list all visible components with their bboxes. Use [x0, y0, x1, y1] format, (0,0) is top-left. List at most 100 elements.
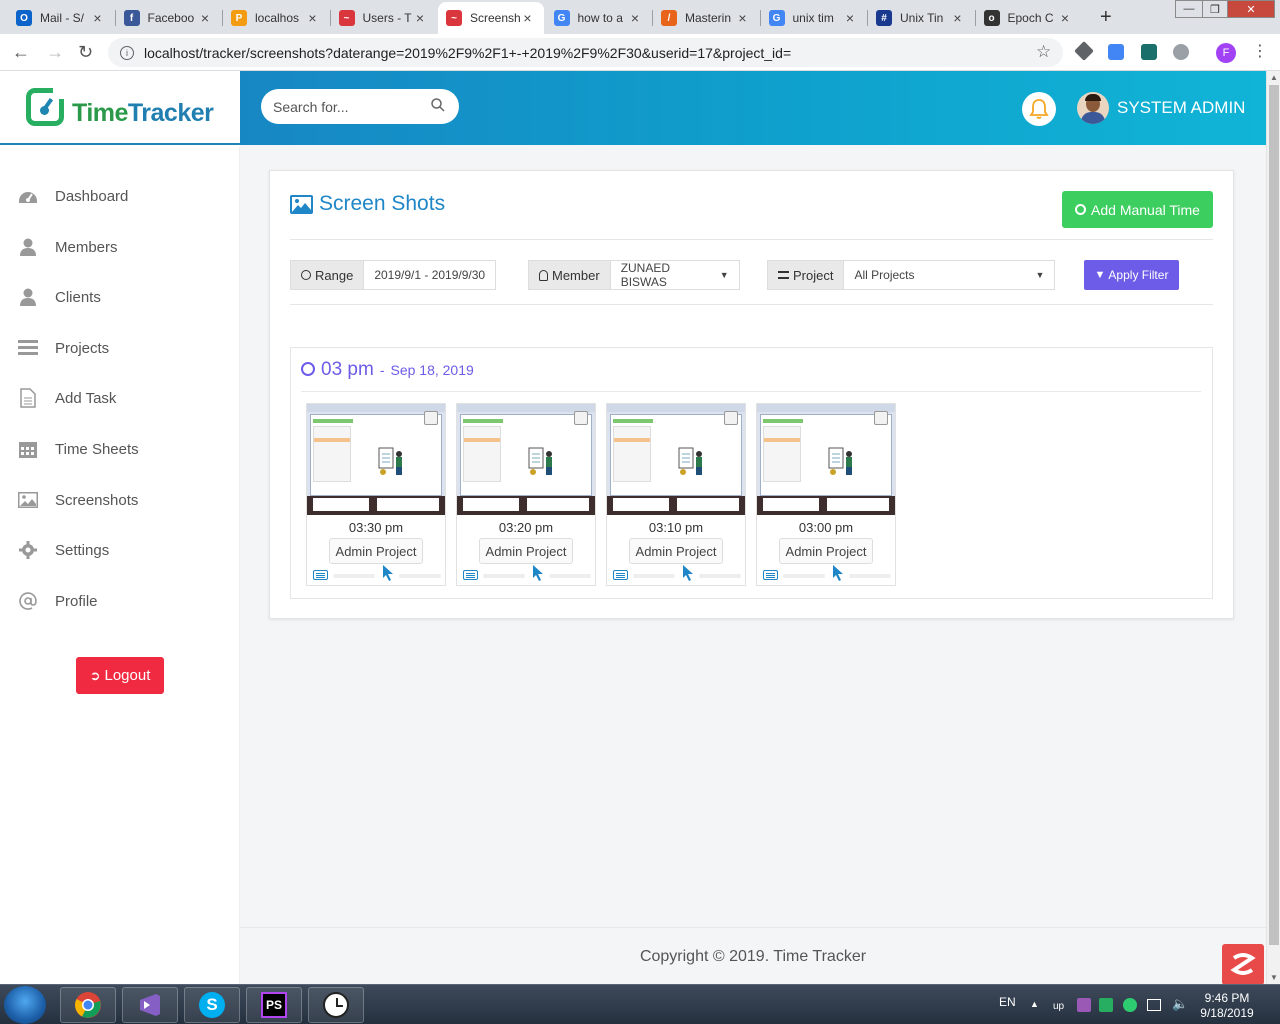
- screenshot-project-badge: Admin Project: [779, 538, 873, 564]
- tab-close-icon[interactable]: ×: [520, 10, 536, 26]
- sidebar-item-label: Clients: [55, 288, 101, 306]
- minimize-button[interactable]: —: [1175, 0, 1203, 18]
- info-icon[interactable]: i: [120, 45, 134, 60]
- select-checkbox[interactable]: [874, 411, 888, 425]
- tab-close-icon[interactable]: ×: [842, 10, 858, 26]
- browser-tab[interactable]: # Unix Tin ×: [868, 2, 974, 34]
- screenshot-card: 03:10 pm Admin Project: [606, 403, 746, 586]
- tab-close-icon[interactable]: ×: [1057, 10, 1073, 26]
- notification-bell-icon[interactable]: [1022, 92, 1056, 126]
- screenshot-thumbnail[interactable]: [457, 404, 595, 515]
- tab-close-icon[interactable]: ×: [197, 10, 213, 26]
- sidebar-item-profile[interactable]: Profile: [0, 581, 240, 621]
- pen-tray-icon[interactable]: [1077, 998, 1091, 1012]
- sidebar-item-dashboard[interactable]: Dashboard: [0, 176, 240, 216]
- search-input[interactable]: [273, 98, 431, 115]
- tab-close-icon[interactable]: ×: [627, 10, 643, 26]
- screenshot-thumbnail[interactable]: [307, 404, 445, 515]
- brand-logo[interactable]: TimeTracker: [0, 71, 240, 145]
- select-checkbox[interactable]: [424, 411, 438, 425]
- new-tab-button[interactable]: +: [1100, 6, 1112, 29]
- member-filter[interactable]: Member ZUNAED BISWAS ▼: [528, 260, 740, 290]
- forward-icon[interactable]: →: [46, 42, 64, 63]
- tab-close-icon[interactable]: ×: [305, 10, 321, 26]
- select-checkbox[interactable]: [724, 411, 738, 425]
- browser-tab[interactable]: Plocalhos ×: [223, 2, 329, 34]
- screenshot-thumbnail[interactable]: [607, 404, 745, 515]
- url-text: localhost/tracker/screenshots?daterange=…: [144, 44, 792, 61]
- upwork-tray-icon[interactable]: up: [1053, 998, 1067, 1012]
- logout-button[interactable]: ➲ Logout: [76, 657, 164, 694]
- browser-tab[interactable]: Gunix tim ×: [761, 2, 867, 34]
- visual-studio-taskbar-icon[interactable]: [122, 987, 178, 1023]
- browser-tab[interactable]: O Mail - S/ ×: [8, 2, 114, 34]
- tab-close-icon[interactable]: ×: [412, 10, 428, 26]
- sidebar-item-settings[interactable]: Settings: [0, 530, 240, 570]
- screenshot-thumbnail[interactable]: [757, 404, 895, 515]
- tab-favicon-icon: P: [231, 10, 247, 26]
- date-range-input[interactable]: 2019/9/1 - 2019/9/30: [364, 261, 496, 289]
- search-box[interactable]: [261, 89, 459, 124]
- phpstorm-taskbar-icon[interactable]: PS: [246, 987, 302, 1023]
- language-indicator[interactable]: EN: [999, 995, 1016, 1009]
- sync-tray-icon[interactable]: [1099, 998, 1113, 1012]
- tab-favicon-icon: O: [16, 10, 32, 26]
- project-filter[interactable]: Project All Projects ▼: [767, 260, 1056, 290]
- keyboard-activity-bar: [483, 574, 525, 578]
- sidebar-item-label: Screenshots: [55, 491, 139, 509]
- cloud-extension-icon[interactable]: [1173, 44, 1189, 60]
- user-name[interactable]: SYSTEM ADMIN: [1117, 98, 1245, 118]
- close-window-button[interactable]: ✕: [1227, 0, 1275, 18]
- bookmark-star-icon[interactable]: ☆: [1036, 42, 1051, 62]
- eyedropper-extension-icon[interactable]: [1074, 41, 1094, 61]
- apply-filter-button[interactable]: ▼ Apply Filter: [1084, 260, 1179, 290]
- browser-tab[interactable]: f Faceboo ×: [116, 2, 222, 34]
- chrome-taskbar-icon[interactable]: [60, 987, 116, 1023]
- sidebar-item-add-task[interactable]: Add Task: [0, 378, 240, 418]
- sidebar-item-time-sheets[interactable]: Time Sheets: [0, 429, 240, 469]
- browser-tab[interactable]: Ghow to a ×: [546, 2, 652, 34]
- url-field[interactable]: i localhost/tracker/screenshots?daterang…: [108, 38, 1063, 67]
- search-icon[interactable]: [431, 98, 445, 115]
- network-tray-icon[interactable]: [1147, 999, 1161, 1011]
- tab-close-icon[interactable]: ×: [735, 10, 751, 26]
- floating-widget-button[interactable]: [1222, 944, 1264, 985]
- start-button[interactable]: [4, 986, 46, 1024]
- reload-icon[interactable]: ↻: [78, 42, 93, 63]
- tab-close-icon[interactable]: ×: [950, 10, 966, 26]
- range-filter[interactable]: Range 2019/9/1 - 2019/9/30: [290, 260, 497, 290]
- screenshot-time: 03:30 pm: [348, 520, 404, 535]
- volume-tray-icon[interactable]: 🔈: [1172, 996, 1188, 1012]
- user-avatar[interactable]: [1077, 92, 1109, 124]
- translate-extension-icon[interactable]: [1108, 44, 1124, 60]
- menu-kebab-icon[interactable]: ⋮: [1252, 41, 1268, 61]
- tab-close-icon[interactable]: ×: [90, 10, 106, 26]
- browser-tab[interactable]: ~ Screensh ×: [438, 2, 544, 34]
- checkmark-tray-icon[interactable]: [1123, 998, 1137, 1012]
- address-bar: ← → ↻ i localhost/tracker/screenshots?da…: [0, 34, 1280, 71]
- system-clock[interactable]: 9:46 PM 9/18/2019: [1196, 991, 1258, 1021]
- page-scrollbar[interactable]: ▲ ▼: [1266, 71, 1280, 984]
- browser-tab[interactable]: / Masterin ×: [653, 2, 759, 34]
- sidebar-item-projects[interactable]: Projects: [0, 328, 240, 368]
- sidebar-item-screenshots[interactable]: Screenshots: [0, 480, 240, 520]
- sidebar-item-members[interactable]: Members: [0, 227, 240, 267]
- show-hidden-icons[interactable]: ▲: [1030, 999, 1039, 1009]
- skype-taskbar-icon[interactable]: S: [184, 987, 240, 1023]
- profile-avatar[interactable]: F: [1216, 43, 1236, 63]
- back-icon[interactable]: ←: [12, 42, 30, 63]
- member-select[interactable]: ZUNAED BISWAS ▼: [610, 261, 739, 289]
- select-checkbox[interactable]: [574, 411, 588, 425]
- add-manual-time-button[interactable]: Add Manual Time: [1062, 191, 1213, 228]
- maximize-button[interactable]: ❐: [1202, 0, 1228, 18]
- keyboard-activity-bar: [333, 574, 375, 578]
- browser-tab[interactable]: o Epoch C ×: [976, 2, 1082, 34]
- clock-app-taskbar-icon[interactable]: [308, 987, 364, 1023]
- scrollbar-thumb[interactable]: [1269, 85, 1279, 945]
- sidebar-item-clients[interactable]: Clients: [0, 277, 240, 317]
- extension-icon[interactable]: [1141, 44, 1157, 60]
- browser-tab[interactable]: ~ Users - T ×: [331, 2, 437, 34]
- dashboard-icon: [18, 186, 38, 206]
- project-select[interactable]: All Projects ▼: [844, 261, 1055, 289]
- screenshot-time: 03:00 pm: [798, 520, 854, 535]
